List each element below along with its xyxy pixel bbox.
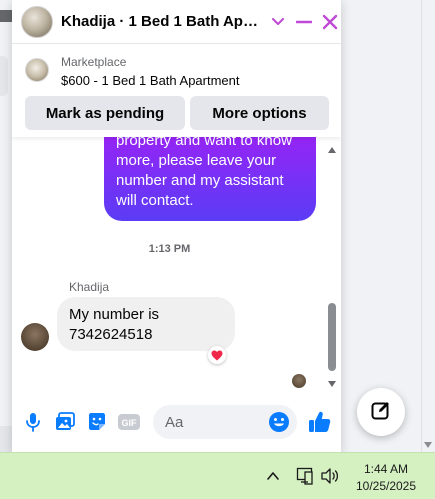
chat-header[interactable]: Khadija · 1 Bed 1 Bath Apar...	[12, 0, 341, 44]
chat-title[interactable]: Khadija · 1 Bed 1 Bath Apar...	[61, 13, 261, 30]
message-timestamp: 1:13 PM	[148, 243, 191, 255]
message-composer: GIF	[12, 397, 341, 452]
network-icon[interactable]	[296, 466, 314, 486]
sender-avatar[interactable]	[21, 323, 49, 351]
more-options-button[interactable]: More options	[190, 96, 329, 130]
microphone-icon[interactable]	[22, 411, 44, 433]
chevron-down-icon[interactable]	[271, 15, 285, 29]
compose-icon	[371, 400, 391, 425]
clock-time[interactable]: 1:44 AM	[352, 462, 420, 476]
close-icon[interactable]	[321, 13, 339, 31]
seen-avatar	[292, 374, 306, 388]
chat-window: Khadija · 1 Bed 1 Bath Apar... Marketpla…	[12, 0, 341, 452]
thumbs-up-icon[interactable]	[307, 409, 333, 435]
outgoing-message-bubble[interactable]: property and want to know more, please l…	[104, 137, 316, 221]
heart-reaction-icon[interactable]	[208, 346, 226, 364]
clock-date[interactable]: 10/25/2025	[352, 479, 420, 493]
listing-thumbnail[interactable]	[25, 58, 49, 82]
photo-icon[interactable]	[54, 411, 76, 433]
page-scrollbar[interactable]	[421, 0, 435, 452]
new-message-button[interactable]	[357, 388, 405, 436]
gif-label: GIF	[122, 418, 138, 428]
background-fragment	[0, 56, 8, 96]
listing-source: Marketplace	[61, 55, 127, 69]
message-input[interactable]	[165, 412, 265, 432]
incoming-message-bubble[interactable]: My number is 7342624518	[57, 297, 235, 351]
marketplace-listing-card: Marketplace $600 - 1 Bed 1 Bath Apartmen…	[12, 45, 341, 137]
message-input-container[interactable]	[153, 405, 297, 439]
chevron-up-icon[interactable]	[266, 469, 280, 483]
scroll-up-arrow[interactable]	[328, 147, 336, 153]
gif-icon[interactable]: GIF	[118, 411, 140, 433]
contact-avatar[interactable]	[21, 5, 53, 38]
volume-icon[interactable]	[320, 467, 340, 485]
scrollbar-thumb[interactable]	[328, 303, 336, 371]
page-scroll-down-arrow[interactable]	[424, 442, 432, 448]
minimize-icon[interactable]	[295, 13, 313, 31]
listing-title[interactable]: $600 - 1 Bed 1 Bath Apartment	[61, 73, 240, 88]
mark-as-pending-button[interactable]: Mark as pending	[25, 96, 185, 130]
message-scrollbar[interactable]	[326, 137, 338, 391]
scroll-down-arrow[interactable]	[328, 381, 336, 387]
taskbar: 1:44 AM 10/25/2025	[0, 452, 435, 499]
emoji-icon[interactable]	[268, 411, 290, 433]
message-thread[interactable]: property and want to know more, please l…	[12, 137, 341, 397]
sender-name: Khadija	[69, 280, 110, 294]
outgoing-message-text: property and want to know more, please l…	[116, 137, 292, 209]
sticker-icon[interactable]	[86, 411, 108, 433]
